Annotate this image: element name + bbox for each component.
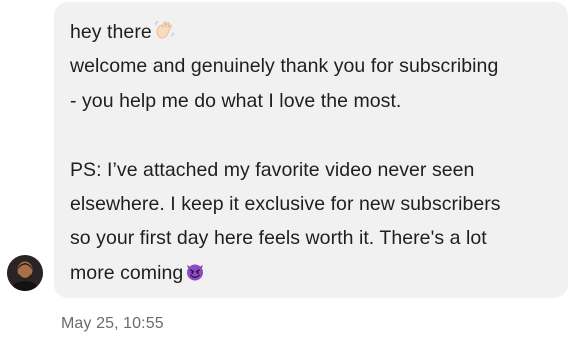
waving-hand-icon — [153, 18, 175, 52]
message-timestamp: May 25, 10:55 — [61, 315, 164, 332]
message-line-1: hey there — [70, 15, 568, 49]
message-line-3: - you help me do what I love the most. — [70, 89, 402, 112]
message-line-7: so your first day here feels worth it. T… — [70, 227, 487, 250]
person-icon — [7, 255, 43, 291]
smiling-imp-icon — [184, 259, 206, 293]
message-bubble[interactable]: hey there welcome and genuinely thank yo… — [54, 2, 568, 298]
message-line-4 — [70, 118, 568, 152]
message-line-5: PS: I’ve attached my favorite video neve… — [70, 158, 475, 181]
message-line-8: more coming — [70, 256, 568, 290]
chat-view: hey there welcome and genuinely thank yo… — [0, 0, 580, 348]
message-line-6: elsewhere. I keep it exclusive for new s… — [70, 192, 501, 215]
sender-avatar[interactable] — [7, 255, 43, 291]
message-line-2: welcome and genuinely thank you for subs… — [70, 55, 499, 78]
